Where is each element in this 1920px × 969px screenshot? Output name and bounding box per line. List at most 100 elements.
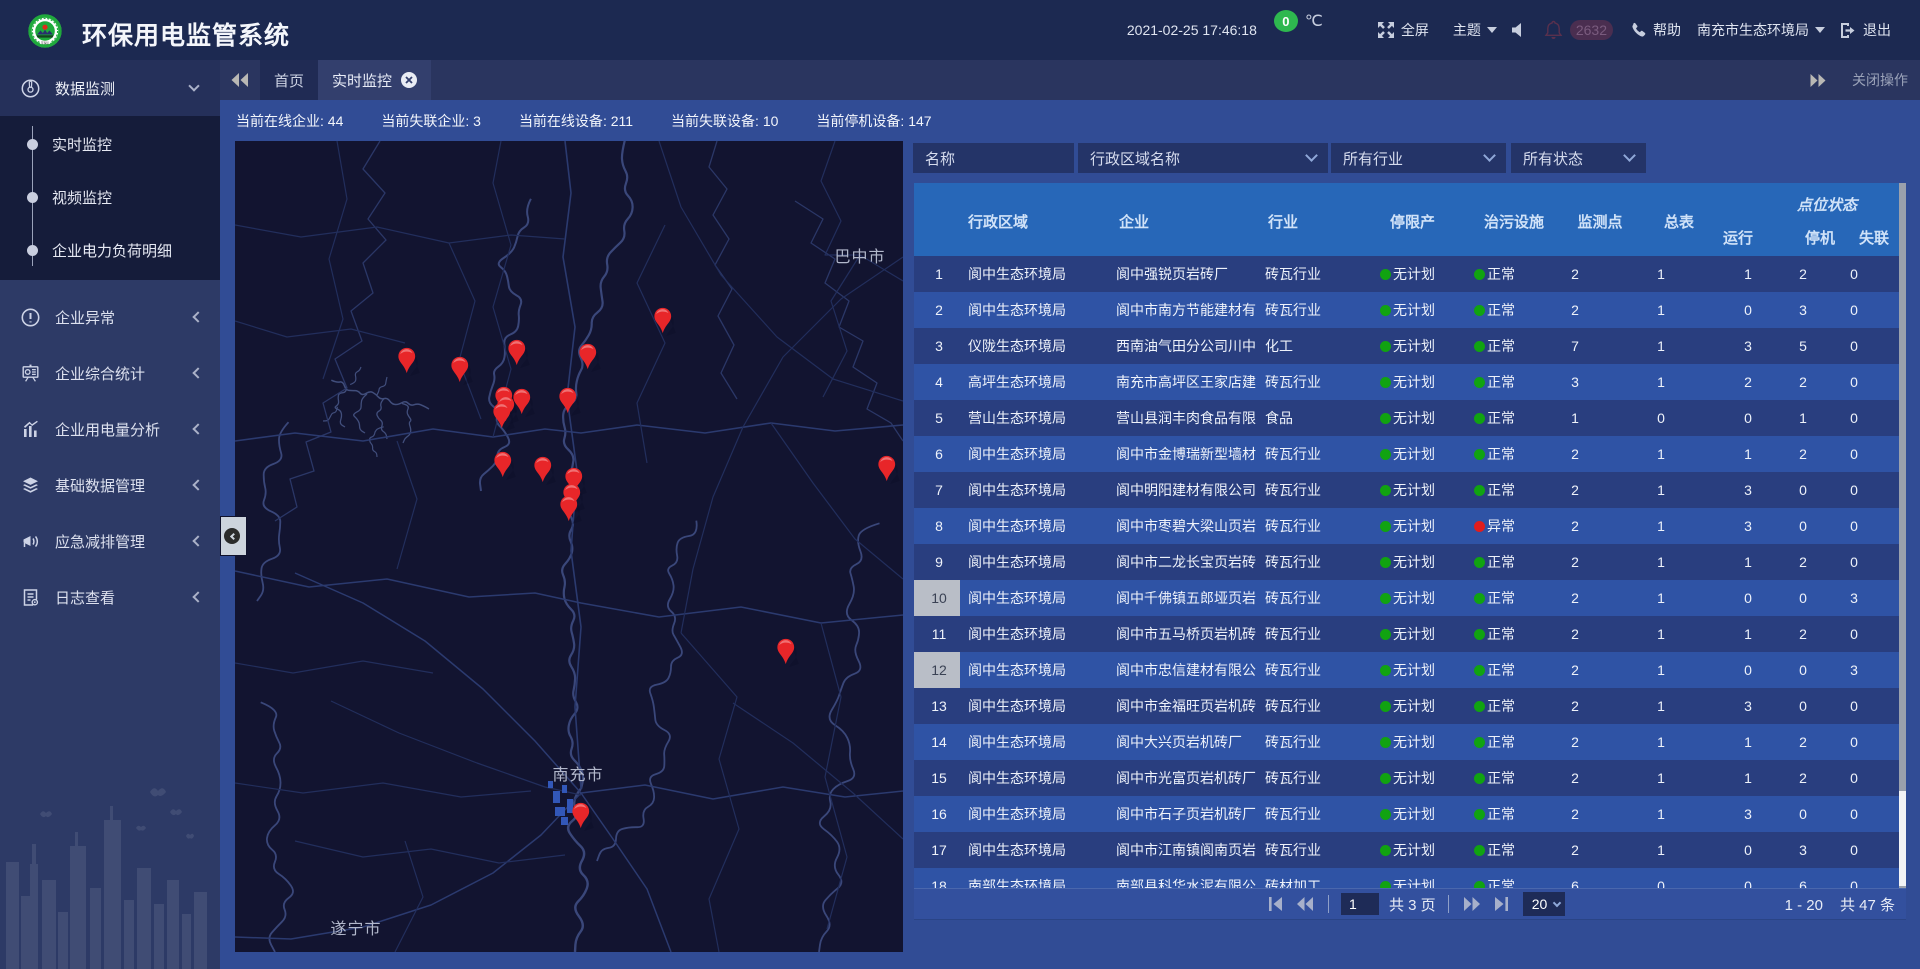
cell-run-count: 1 — [1718, 616, 1778, 652]
table-row[interactable]: 1 阆中生态环境局 阆中强锐页岩砖厂 砖瓦行业 无计划 正常 2 1 1 2 0 — [914, 256, 1899, 292]
stats-board-icon — [21, 364, 40, 383]
industry-select[interactable]: 所有行业 — [1331, 143, 1506, 173]
table-row[interactable]: 6 阆中生态环境局 阆中市金博瑞新型墙材 砖瓦行业 无计划 正常 2 1 1 2… — [914, 436, 1899, 472]
cell-lost-count: 3 — [1824, 652, 1884, 688]
map-marker-pin[interactable] — [578, 343, 605, 373]
map-marker-pin[interactable] — [653, 307, 680, 337]
table-row[interactable]: 16 阆中生态环境局 阆中市石子页岩机砖厂 砖瓦行业 无计划 正常 2 1 3 … — [914, 796, 1899, 832]
mute-button[interactable] — [1511, 22, 1528, 38]
cell-limit-status: 无计划 — [1380, 544, 1472, 580]
table-row[interactable]: 8 阆中生态环境局 阆中市枣碧大梁山页岩 砖瓦行业 无计划 异常 2 1 3 0… — [914, 508, 1899, 544]
table-row[interactable]: 10 阆中生态环境局 阆中千佛镇五郎垭页岩 砖瓦行业 无计划 正常 2 1 0 … — [914, 580, 1899, 616]
cell-meter-count: 0 — [1631, 868, 1691, 888]
cell-monitor-count: 2 — [1545, 580, 1605, 616]
map-marker-pin[interactable] — [507, 339, 534, 369]
org-dropdown[interactable]: 南充市生态环境局 — [1697, 20, 1825, 40]
table-row[interactable]: 14 阆中生态环境局 阆中大兴页岩机砖厂 砖瓦行业 无计划 正常 2 1 1 2… — [914, 724, 1899, 760]
tab-close-icon[interactable] — [401, 72, 417, 88]
map-marker-pin[interactable] — [397, 347, 424, 377]
table-row[interactable]: 17 阆中生态环境局 阆中市江南镇阆南页岩 砖瓦行业 无计划 正常 2 1 0 … — [914, 832, 1899, 868]
close-operations-button[interactable]: 关闭操作 — [1852, 70, 1908, 90]
status-dot-green — [1380, 629, 1391, 640]
theme-dropdown[interactable]: 主题 — [1453, 20, 1497, 40]
map-marker-pin[interactable] — [492, 402, 519, 432]
col-lost: 失联 — [1859, 227, 1889, 248]
cell-meter-count: 1 — [1631, 544, 1691, 580]
status-dot — [1474, 809, 1485, 820]
sidebar-item-power-load-detail[interactable]: 企业电力负荷明细 — [0, 224, 220, 277]
map-marker-pin[interactable] — [450, 356, 477, 386]
sidebar-item-emergency-management[interactable]: 应急减排管理 — [0, 513, 220, 569]
cell-lost-count: 0 — [1824, 508, 1884, 544]
map-marker-pin[interactable] — [559, 495, 586, 525]
sidebar-item-power-analysis[interactable]: 企业用电量分析 — [0, 401, 220, 457]
table-row[interactable]: 4 高坪生态环境局 南充市高坪区王家店建 砖瓦行业 无计划 正常 3 1 2 2… — [914, 364, 1899, 400]
prev-page-button[interactable] — [1294, 893, 1316, 915]
table-header: 行政区域 企业 行业 停限产 治污设施 监测点 总表 点位状态 运行 停机 失联 — [914, 183, 1899, 256]
map-marker-pin[interactable] — [877, 455, 903, 485]
table-row[interactable]: 2 阆中生态环境局 阆中市南方节能建材有 砖瓦行业 无计划 正常 2 1 0 3… — [914, 292, 1899, 328]
fullscreen-button[interactable]: 全屏 — [1377, 20, 1429, 40]
region-select[interactable]: 行政区域名称 — [1078, 143, 1328, 173]
table-row[interactable]: 11 阆中生态环境局 阆中市五马桥页岩机砖 砖瓦行业 无计划 正常 2 1 1 … — [914, 616, 1899, 652]
sidebar-item-realtime-monitoring[interactable]: 实时监控 — [0, 118, 220, 171]
table-scrollbar[interactable] — [1899, 183, 1906, 888]
logout-button[interactable]: 退出 — [1839, 20, 1891, 40]
map[interactable]: 巴中市南充市遂宁市 — [235, 141, 903, 952]
alert-circle-icon — [21, 308, 40, 327]
map-marker-pin[interactable] — [493, 451, 520, 481]
status-dot — [1474, 737, 1485, 748]
table-row[interactable]: 5 营山生态环境局 营山县润丰肉食品有限 食品 无计划 正常 1 0 0 1 0 — [914, 400, 1899, 436]
chevron-left-icon — [192, 535, 203, 546]
tabs-scroll-left-button[interactable] — [220, 60, 260, 100]
table-row[interactable]: 13 阆中生态环境局 阆中市金福旺页岩机砖 砖瓦行业 无计划 正常 2 1 3 … — [914, 688, 1899, 724]
filter-bar: 名称 行政区域名称 所有行业 所有状态 — [914, 141, 1906, 183]
map-marker-pin[interactable] — [776, 638, 803, 668]
sidebar-item-company-statistics[interactable]: 企业综合统计 — [0, 345, 220, 401]
status-dot-green — [1380, 881, 1391, 889]
map-marker-pin[interactable] — [571, 802, 598, 832]
sidebar-item-video-monitoring[interactable]: 视频监控 — [0, 171, 220, 224]
bullet-dot-icon — [27, 245, 38, 256]
temperature-unit: ℃ — [1305, 11, 1323, 31]
cell-region: 高坪生态环境局 — [968, 364, 1114, 400]
cell-limit-status: 无计划 — [1380, 724, 1472, 760]
double-right-arrow-icon[interactable] — [1810, 74, 1826, 87]
status-dot-green — [1380, 773, 1391, 784]
status-select[interactable]: 所有状态 — [1511, 143, 1646, 173]
cell-company: 阆中市金福旺页岩机砖 — [1116, 688, 1268, 724]
tab-home[interactable]: 首页 — [260, 60, 318, 100]
sidebar-item-base-data[interactable]: 基础数据管理 — [0, 457, 220, 513]
cell-lost-count: 0 — [1824, 616, 1884, 652]
table-row[interactable]: 9 阆中生态环境局 阆中市二龙长宝页岩砖 砖瓦行业 无计划 正常 2 1 1 2… — [914, 544, 1899, 580]
cell-region: 阆中生态环境局 — [968, 436, 1114, 472]
next-page-button[interactable] — [1461, 893, 1483, 915]
sidebar-item-company-abnormal[interactable]: 企业异常 — [0, 289, 220, 345]
sidebar-item-data-monitoring[interactable]: 数据监测 — [0, 60, 220, 116]
cell-run-count: 3 — [1718, 796, 1778, 832]
last-page-button[interactable] — [1491, 893, 1513, 915]
tab-realtime-monitoring[interactable]: 实时监控 — [318, 60, 431, 100]
cell-industry: 砖瓦行业 — [1265, 364, 1375, 400]
table-row[interactable]: 7 阆中生态环境局 阆中明阳建材有限公司 砖瓦行业 无计划 正常 2 1 3 0… — [914, 472, 1899, 508]
table-row[interactable]: 15 阆中生态环境局 阆中市光富页岩机砖厂 砖瓦行业 无计划 正常 2 1 1 … — [914, 760, 1899, 796]
col-industry: 行业 — [1268, 211, 1298, 232]
help-button[interactable]: 帮助 — [1630, 20, 1681, 40]
cell-index: 1 — [914, 256, 960, 292]
map-marker-pin[interactable] — [558, 387, 585, 417]
map-collapse-button[interactable] — [220, 516, 247, 556]
map-marker-pin[interactable] — [533, 456, 560, 486]
cell-index: 4 — [914, 364, 960, 400]
alarm-indicator[interactable]: 2632 — [1544, 20, 1613, 40]
table-row[interactable]: 18 南部生态环境局 南部县科华水泥有限公 砖材加工 无计划 正常 6 0 0 … — [914, 868, 1899, 888]
table-row[interactable]: 3 仪陇生态环境局 西南油气田分公司川中 化工 无计划 正常 7 1 3 5 0 — [914, 328, 1899, 364]
scrollbar-thumb[interactable] — [1899, 791, 1906, 886]
page-size-select[interactable]: 20 — [1523, 892, 1566, 916]
table-row[interactable]: 12 阆中生态环境局 阆中市忠信建材有限公 砖瓦行业 无计划 正常 2 1 0 … — [914, 652, 1899, 688]
cell-run-count: 1 — [1718, 436, 1778, 472]
sidebar-item-log-view[interactable]: 日志查看 — [0, 569, 220, 625]
page-number-input[interactable]: 1 — [1341, 893, 1379, 915]
name-search-input[interactable]: 名称 — [913, 143, 1074, 173]
first-page-button[interactable] — [1264, 893, 1286, 915]
status-dot-green — [1380, 845, 1391, 856]
